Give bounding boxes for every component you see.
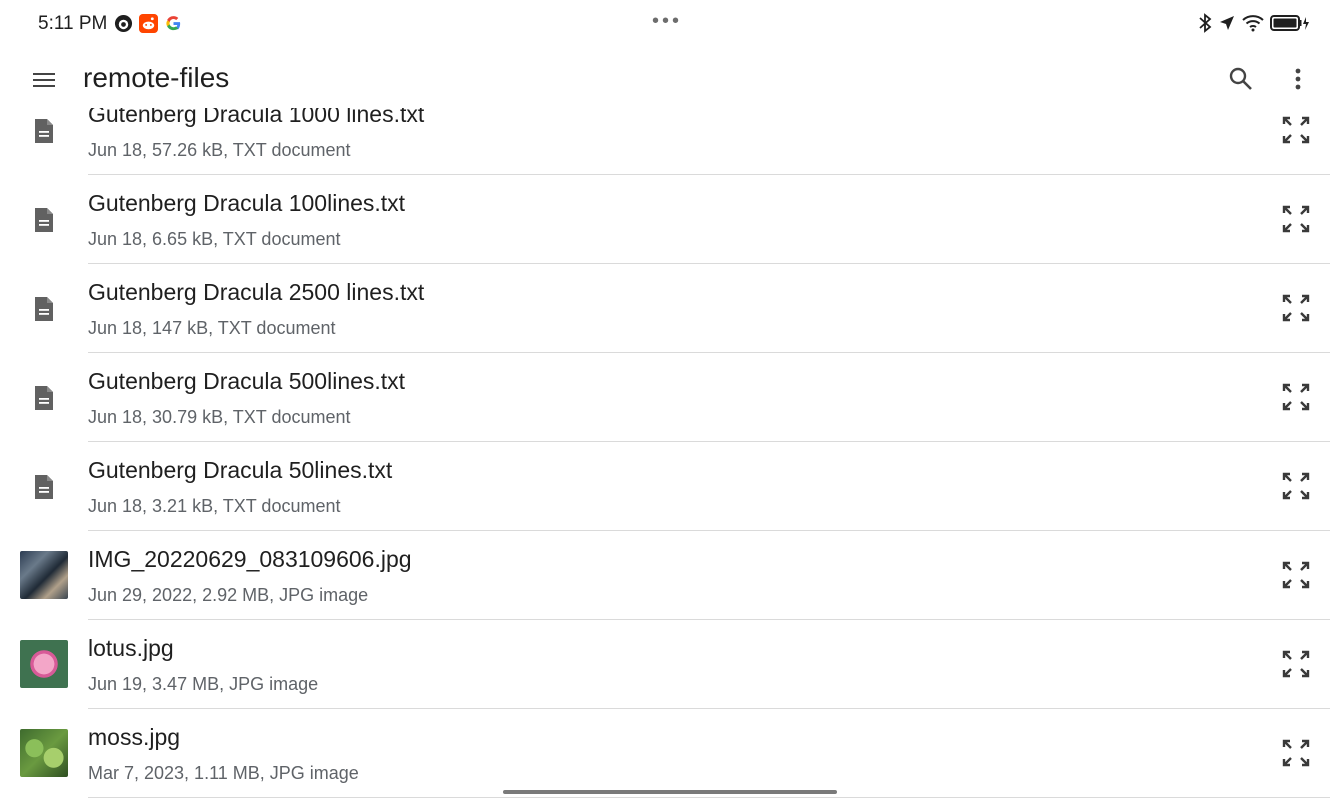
file-meta: Jun 18, 57.26 kB, TXT document bbox=[88, 140, 351, 160]
document-icon bbox=[30, 294, 58, 324]
search-icon[interactable] bbox=[1226, 64, 1256, 94]
file-name: Gutenberg Dracula 500lines.txt bbox=[88, 368, 406, 394]
document-icon bbox=[30, 205, 58, 235]
file-name: moss.jpg bbox=[88, 724, 181, 750]
document-icon bbox=[30, 472, 58, 502]
status-bar: 5:11 PM ••• bbox=[0, 0, 1340, 48]
location-icon bbox=[1218, 14, 1236, 37]
list-item[interactable]: Gutenberg Dracula 2500 lines.txt Jun 18,… bbox=[0, 264, 1340, 353]
list-item[interactable]: IMG_20220629_083109606.jpg Jun 29, 2022,… bbox=[0, 531, 1340, 620]
expand-icon[interactable] bbox=[1280, 737, 1312, 769]
list-item[interactable]: Gutenberg Dracula 50lines.txt Jun 18, 3.… bbox=[0, 442, 1340, 531]
file-name: IMG_20220629_083109606.jpg bbox=[88, 546, 412, 572]
file-name: Gutenberg Dracula 2500 lines.txt bbox=[88, 279, 425, 305]
system-icons bbox=[1198, 13, 1310, 38]
file-name: Gutenberg Dracula 50lines.txt bbox=[88, 457, 393, 483]
expand-icon[interactable] bbox=[1280, 470, 1312, 502]
file-meta: Jun 18, 147 kB, TXT document bbox=[88, 318, 336, 338]
image-thumbnail bbox=[20, 640, 68, 688]
wifi-icon bbox=[1242, 14, 1264, 37]
expand-icon[interactable] bbox=[1280, 292, 1312, 324]
list-item[interactable]: Gutenberg Dracula 500lines.txt Jun 18, 3… bbox=[0, 353, 1340, 442]
list-item[interactable]: moss.jpg Mar 7, 2023, 1.11 MB, JPG image bbox=[0, 709, 1340, 798]
file-meta: Jun 29, 2022, 2.92 MB, JPG image bbox=[88, 585, 369, 605]
list-item[interactable]: Gutenberg Dracula 100lines.txt Jun 18, 6… bbox=[0, 175, 1340, 264]
file-meta: Mar 7, 2023, 1.11 MB, JPG image bbox=[88, 763, 359, 783]
battery-charging-icon bbox=[1270, 13, 1310, 38]
file-meta: Jun 18, 6.65 kB, TXT document bbox=[88, 229, 341, 249]
bluetooth-icon bbox=[1198, 13, 1212, 38]
home-indicator[interactable] bbox=[503, 790, 837, 794]
hamburger-menu-icon[interactable] bbox=[30, 66, 58, 94]
app-toolbar: remote-files bbox=[0, 52, 1340, 108]
expand-icon[interactable] bbox=[1280, 381, 1312, 413]
document-icon bbox=[30, 116, 58, 146]
image-thumbnail bbox=[20, 729, 68, 777]
status-time: 5:11 PM bbox=[38, 13, 108, 34]
file-list: Gutenberg Dracula 1000 lines.txt Jun 18,… bbox=[0, 86, 1340, 798]
file-name: Gutenberg Dracula 100lines.txt bbox=[88, 190, 406, 216]
divider bbox=[88, 797, 1330, 798]
file-meta: Jun 18, 3.21 kB, TXT document bbox=[88, 496, 341, 516]
expand-icon[interactable] bbox=[1280, 114, 1312, 146]
file-meta: Jun 18, 30.79 kB, TXT document bbox=[88, 407, 351, 427]
threads-icon bbox=[114, 14, 133, 33]
expand-icon[interactable] bbox=[1280, 559, 1312, 591]
reddit-icon bbox=[139, 14, 158, 33]
file-name: lotus.jpg bbox=[88, 635, 174, 661]
more-vert-icon[interactable] bbox=[1284, 64, 1312, 94]
document-icon bbox=[30, 383, 58, 413]
google-icon bbox=[164, 14, 183, 33]
notification-icons bbox=[114, 14, 183, 33]
multiwindow-handle[interactable]: ••• bbox=[652, 10, 682, 33]
page-title: remote-files bbox=[83, 62, 230, 93]
image-thumbnail bbox=[20, 551, 68, 599]
file-meta: Jun 19, 3.47 MB, JPG image bbox=[88, 674, 319, 694]
expand-icon[interactable] bbox=[1280, 648, 1312, 680]
list-item[interactable]: lotus.jpg Jun 19, 3.47 MB, JPG image bbox=[0, 620, 1340, 709]
expand-icon[interactable] bbox=[1280, 203, 1312, 235]
